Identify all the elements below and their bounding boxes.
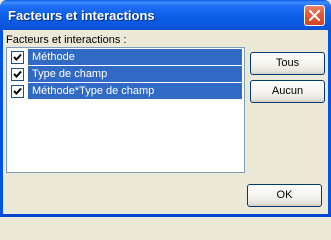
window-frame <box>0 214 331 217</box>
ok-button[interactable]: OK <box>247 184 322 207</box>
close-button[interactable] <box>304 5 325 26</box>
list-item-methode[interactable]: Méthode <box>9 49 242 65</box>
list-item-type-de-champ[interactable]: Type de champ <box>9 66 242 82</box>
list-item-label: Méthode*Type de champ <box>32 85 155 97</box>
list-item-label: Méthode <box>32 51 75 63</box>
factors-list-label: Facteurs et interactions : <box>6 34 127 46</box>
dialog-window: Facteurs et interactions Facteurs et int… <box>0 0 331 217</box>
select-none-button[interactable]: Aucun <box>250 80 325 103</box>
list-item-label: Type de champ <box>32 68 108 80</box>
checkmark-icon <box>13 53 22 61</box>
checkbox-methode[interactable] <box>11 51 24 64</box>
title-bar[interactable]: Facteurs et interactions <box>0 0 331 30</box>
factors-listbox[interactable]: Méthode Type de champ Méthode*Type de ch… <box>6 47 245 173</box>
select-all-button[interactable]: Tous <box>250 52 325 75</box>
close-icon <box>309 10 320 21</box>
checkbox-type-de-champ[interactable] <box>11 68 24 81</box>
dialog-body: Facteurs et interactions : Méthode Type … <box>3 30 328 214</box>
window-title: Facteurs et interactions <box>8 8 155 23</box>
checkbox-methode-type-de-champ[interactable] <box>11 85 24 98</box>
checkmark-icon <box>13 87 22 95</box>
checkmark-icon <box>13 70 22 78</box>
list-item-methode-type-de-champ[interactable]: Méthode*Type de champ <box>9 83 242 99</box>
